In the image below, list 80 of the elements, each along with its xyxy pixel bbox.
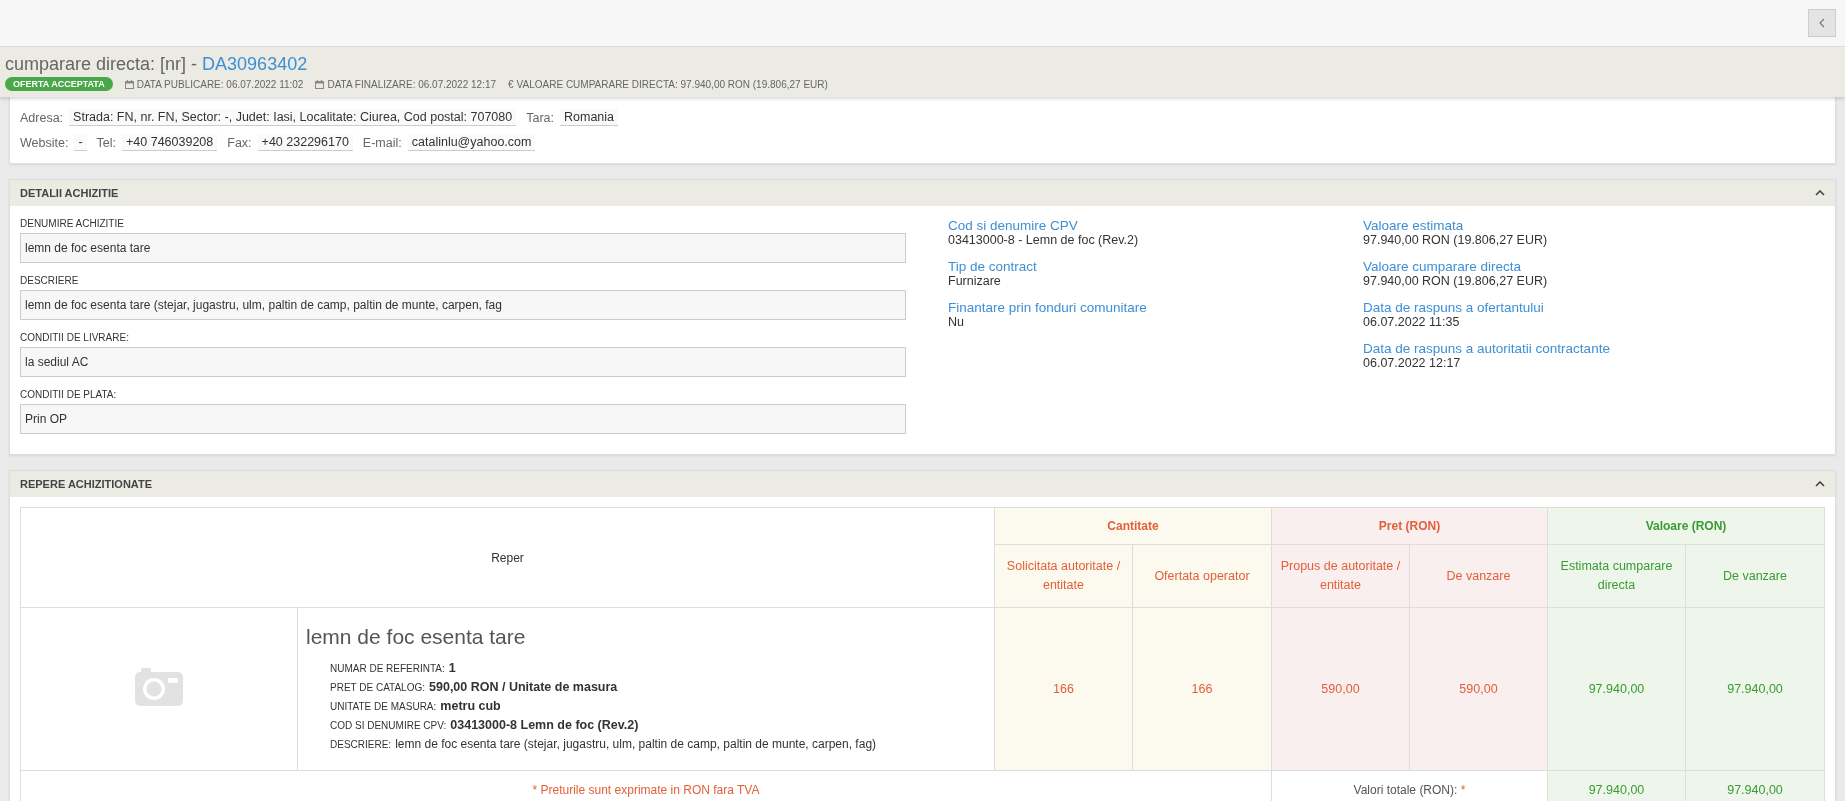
- contact-value: Romania: [560, 109, 619, 126]
- column-header: Propus de autoritate / entitate: [1271, 544, 1410, 608]
- item-title: lemn de foc esenta tare: [306, 624, 527, 649]
- info-value: 03413000-8 - Lemn de foc (Rev.2): [948, 233, 1140, 247]
- info-label: Cod si denumire CPV: [948, 218, 1079, 233]
- calendar-icon: [315, 79, 325, 89]
- info-label: Finantare prin fonduri comunitare: [948, 300, 1148, 315]
- info-value: 97.940,00 RON (19.806,27 EUR): [1363, 274, 1549, 288]
- info-label: Data de raspuns a autoritatii contractante: [1363, 341, 1611, 356]
- detail-label: DESCRIERE:: [330, 738, 392, 750]
- column-header: Solicitata autoritate / entitate: [994, 544, 1133, 608]
- column-header: Reper: [20, 507, 995, 608]
- contact-value: Strada: FN, nr. FN, Sector: -, Judet: Iasi, Localitate: Ciurea, Cod postal: 707080: [69, 109, 517, 126]
- column-header: De vanzare: [1409, 544, 1548, 608]
- header-meta-text: DATA FINALIZARE: 06.07.2022 12:17: [327, 78, 497, 90]
- detail-value: metru cub: [440, 698, 501, 713]
- detail-label: COD SI DENUMIRE CPV:: [330, 719, 447, 731]
- detail-label: UNITATE DE MASURA:: [330, 700, 437, 712]
- table-cell: 97.940,00: [1685, 607, 1825, 771]
- info-value: Nu: [948, 315, 965, 329]
- column-header: De vanzare: [1685, 544, 1825, 608]
- info-label: Valoare cumparare directa: [1363, 259, 1523, 274]
- collapse-chevron-icon[interactable]: [1815, 190, 1825, 196]
- camera-placeholder-icon: [135, 667, 183, 708]
- input-field[interactable]: lemn de foc esenta tare: [20, 233, 906, 263]
- panel-title: REPERE ACHIZITIONATE: [20, 478, 152, 490]
- calendar-icon: [124, 79, 134, 89]
- detail-label: NUMAR DE REFERINTA:: [330, 662, 445, 674]
- contact-value: catalinlu@yahoo.com: [407, 134, 536, 151]
- header-meta-text: DATA PUBLICARE: 06.07.2022 11:02: [136, 78, 304, 90]
- status-badge: OFERTA ACCEPTATA: [5, 77, 113, 91]
- field-label: CONDITII DE PLATA:: [20, 389, 118, 400]
- field-label: DESCRIERE: [20, 275, 80, 286]
- info-value: 06.07.2022 11:35: [1363, 315, 1461, 329]
- input-field[interactable]: lemn de foc esenta tare (stejar, jugastru, ulm, paltin de camp, paltin de munte, carpen, fag: [20, 290, 906, 320]
- column-group-header: Cantitate: [994, 507, 1272, 545]
- total-cell: 97.940,00: [1547, 770, 1686, 801]
- contact-value: +40 232296170: [257, 134, 353, 151]
- field-label: DENUMIRE ACHIZITIE: [20, 218, 125, 229]
- collapse-chevron-icon[interactable]: [1815, 481, 1825, 487]
- detail-label: PRET DE CATALOG:: [330, 681, 426, 693]
- panel-title: DETALII ACHIZITIE: [20, 187, 119, 199]
- contact-label: E-mail:: [362, 135, 402, 150]
- required-mark: *: [1460, 783, 1466, 797]
- table-cell: 166: [1132, 607, 1272, 771]
- info-label: Tip de contract: [948, 259, 1038, 274]
- contact-label: Fax:: [227, 135, 252, 150]
- chevron-left-icon: [1819, 18, 1825, 28]
- detail-value: 03413000-8 Lemn de foc (Rev.2): [450, 717, 639, 732]
- contact-label: Adresa:: [20, 110, 64, 125]
- table-cell: 97.940,00: [1547, 607, 1686, 771]
- table-cell: 590,00: [1271, 607, 1410, 771]
- column-group-header: Valoare (RON): [1547, 507, 1825, 545]
- info-label: Data de raspuns a ofertantului: [1363, 300, 1545, 315]
- table-cell: 166: [994, 607, 1133, 771]
- contact-label: Website:: [20, 135, 69, 150]
- total-cell: 97.940,00: [1685, 770, 1825, 801]
- footnote: * Preturile sunt exprimate in RON fara TVA: [20, 770, 1272, 801]
- table-cell: 590,00: [1409, 607, 1548, 771]
- detail-value: lemn de foc esenta tare (stejar, jugastru, ulm, paltin de camp, paltin de munte, carpen, fag): [395, 736, 877, 751]
- contact-label: Tel:: [96, 135, 117, 150]
- field-label: CONDITII DE LIVRARE:: [20, 332, 130, 343]
- header-meta-text: VALOARE CUMPARARE DIRECTA: 97.940,00 RON (19.806,27 EUR): [516, 78, 828, 90]
- input-field[interactable]: Prin OP: [20, 404, 906, 434]
- detail-value: 1: [448, 660, 456, 675]
- detail-value: 590,00 RON / Unitate de masura: [429, 679, 618, 694]
- column-header: Estimata cumparare directa: [1547, 544, 1686, 608]
- contact-label: Tara:: [526, 110, 554, 125]
- info-value: 06.07.2022 12:17: [1363, 356, 1462, 370]
- page-title: cumparare directa: [nr] -: [5, 54, 199, 74]
- info-value: 97.940,00 RON (19.806,27 EUR): [1363, 233, 1549, 247]
- input-field[interactable]: la sediul AC: [20, 347, 906, 377]
- euro-symbol: €: [508, 78, 514, 90]
- column-group-header: Pret (RON): [1271, 507, 1548, 545]
- column-header: Ofertata operator: [1132, 544, 1272, 608]
- info-value: Furnizare: [948, 274, 1002, 288]
- contact-value: +40 746039208: [122, 134, 218, 151]
- totals-label: Valori totale (RON):: [1353, 783, 1458, 797]
- contact-value: -: [74, 134, 87, 151]
- info-label: Valoare estimata: [1363, 218, 1465, 233]
